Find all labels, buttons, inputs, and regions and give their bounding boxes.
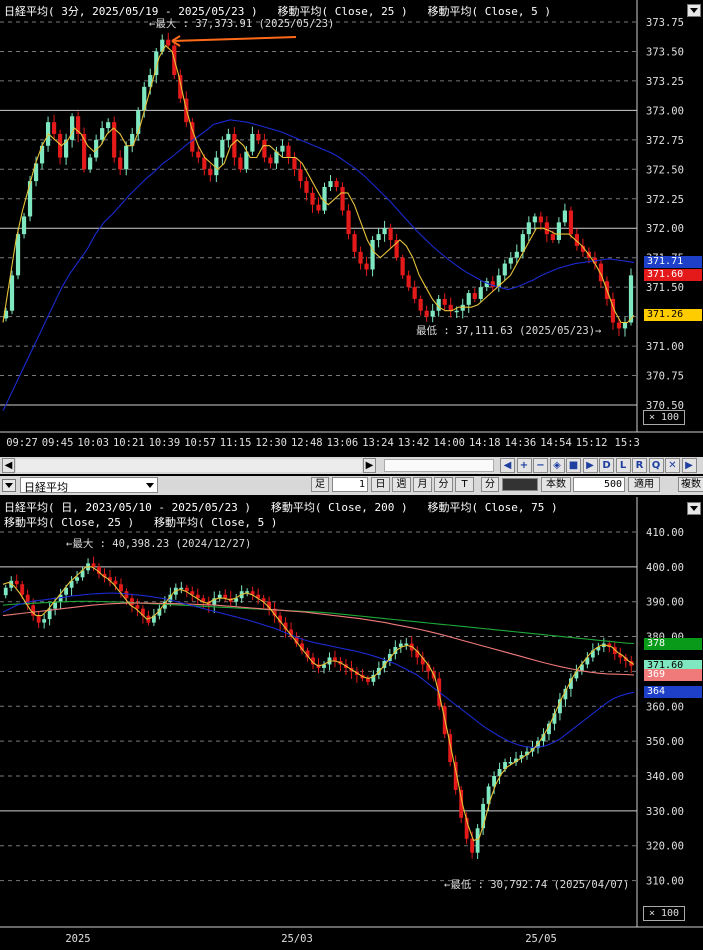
y-tick-label: 310.00 bbox=[646, 876, 684, 888]
x-tick-label: 25/05 bbox=[525, 933, 557, 945]
candle-body bbox=[75, 577, 79, 581]
y-tick-label: 400.00 bbox=[646, 562, 684, 574]
moving-average-line bbox=[2, 566, 635, 842]
candle-body bbox=[91, 563, 96, 567]
bottom-candlestick-chart: 410.00400.00390.00380.00370.00360.00350.… bbox=[0, 497, 703, 945]
price-badge: 364 bbox=[644, 686, 702, 699]
price-badge: 369 bbox=[644, 668, 702, 681]
candle-body bbox=[245, 591, 250, 593]
candle-body bbox=[14, 580, 19, 585]
y-tick-label: 360.00 bbox=[646, 701, 684, 713]
bottom-zoom-label[interactable]: × 100 bbox=[643, 906, 685, 921]
candle-body bbox=[508, 762, 513, 764]
candle-body bbox=[404, 643, 409, 646]
candle-body bbox=[3, 587, 8, 596]
x-tick-label: 2025 bbox=[65, 933, 90, 945]
candle-body bbox=[475, 828, 480, 853]
candle-body bbox=[124, 591, 129, 599]
y-tick-label: 350.00 bbox=[646, 736, 684, 748]
candle-body bbox=[365, 678, 370, 682]
candle-body bbox=[574, 671, 579, 679]
bottom-max-label: ←最大 : 40,398.23 (2024/12/27) bbox=[66, 538, 252, 550]
candle-body bbox=[130, 598, 134, 606]
y-tick-label: 330.00 bbox=[646, 806, 684, 818]
price-badge: 378 bbox=[644, 637, 702, 650]
y-tick-label: 390.00 bbox=[646, 597, 684, 609]
candle-body bbox=[36, 615, 41, 623]
candle-body bbox=[113, 580, 118, 585]
candle-body bbox=[135, 605, 140, 609]
candle-body bbox=[42, 619, 47, 623]
bottom-min-label: ←最低 : 30,792.74 (2025/04/07) bbox=[444, 879, 630, 891]
y-tick-label: 340.00 bbox=[646, 771, 684, 783]
candle-body bbox=[119, 584, 123, 592]
candle-body bbox=[20, 584, 25, 595]
y-tick-label: 410.00 bbox=[646, 527, 684, 539]
x-tick-label: 25/03 bbox=[281, 933, 313, 945]
moving-average-line bbox=[2, 600, 635, 645]
y-tick-label: 320.00 bbox=[646, 841, 684, 853]
candle-body bbox=[333, 657, 337, 661]
